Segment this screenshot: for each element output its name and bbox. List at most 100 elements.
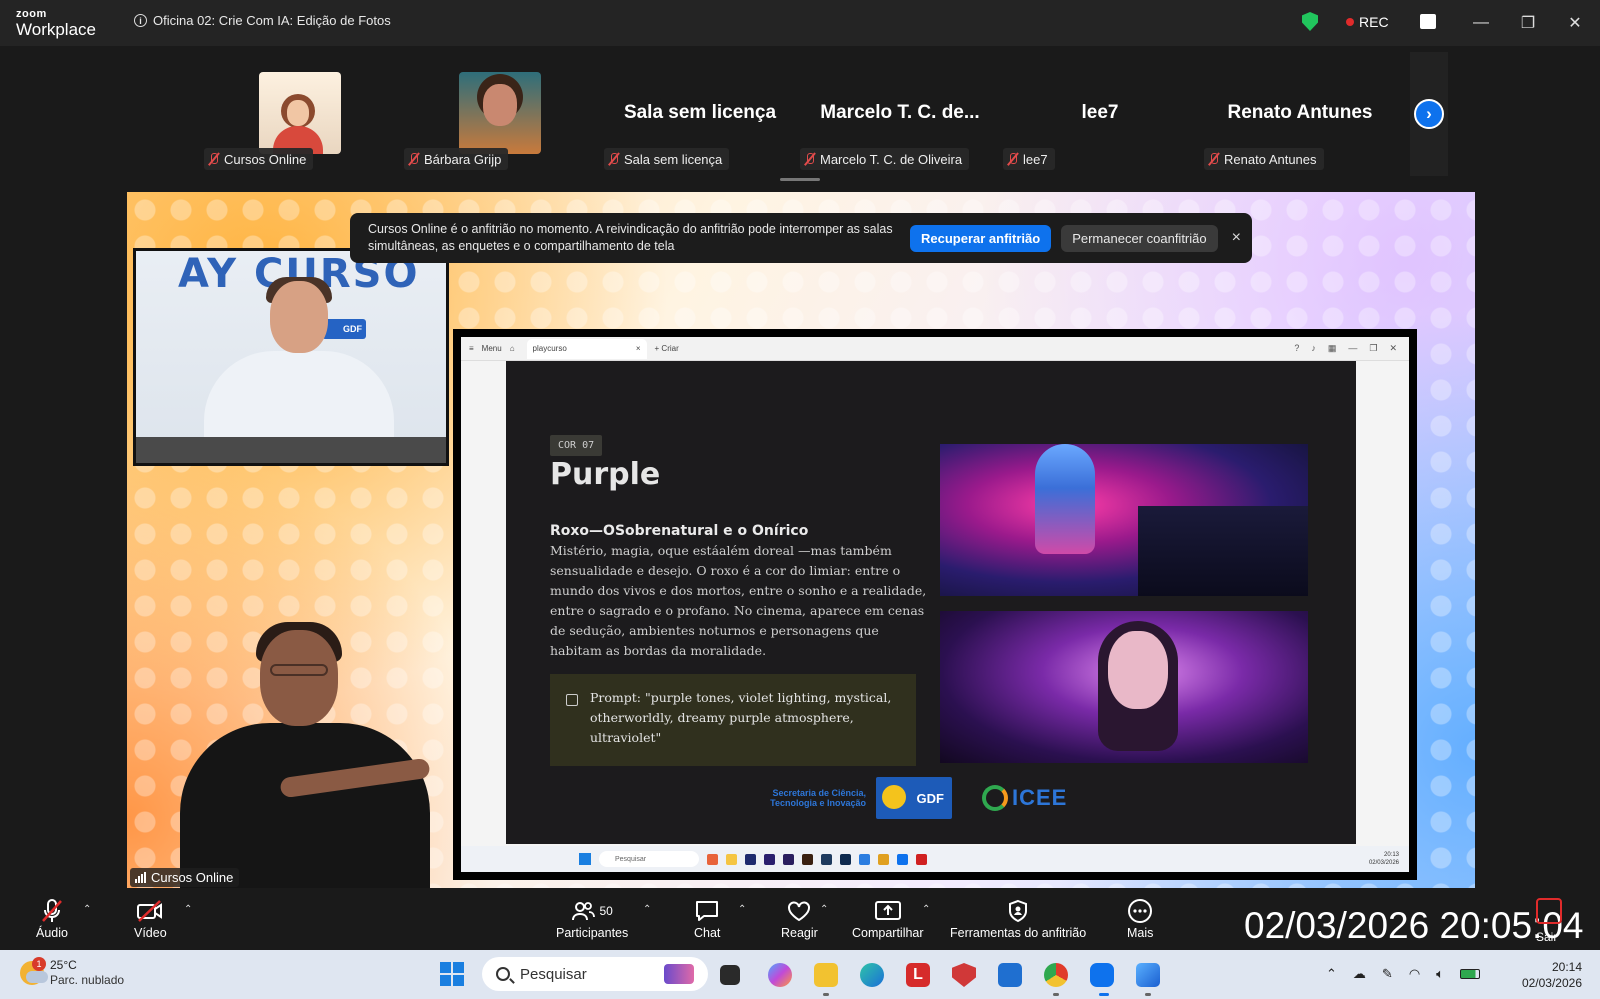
participant-name: Cursos Online (224, 151, 307, 167)
wifi-icon[interactable]: ◠ (1409, 966, 1420, 982)
react-label: Reagir (781, 926, 818, 940)
react-button[interactable]: Reagir (781, 898, 818, 940)
minimize-button[interactable]: — (1468, 10, 1494, 36)
heart-icon (786, 898, 812, 924)
app-icon[interactable] (707, 853, 718, 865)
new-tab-button[interactable]: + Criar (655, 344, 679, 353)
close-icon[interactable]: ✕ (1389, 343, 1397, 354)
pr-icon[interactable] (783, 853, 794, 865)
color-badge: COR 07 (550, 435, 603, 456)
battery-icon[interactable] (1459, 969, 1480, 979)
weather-widget[interactable]: 1 25°C Parc. nublado (20, 957, 125, 988)
tab-close-icon[interactable]: × (636, 344, 641, 353)
windows-start-icon[interactable] (579, 853, 591, 865)
folder-icon[interactable] (726, 853, 737, 865)
chevron-up-icon[interactable]: ⌃ (184, 904, 192, 915)
chevron-up-icon[interactable]: ⌃ (643, 904, 651, 915)
participant-display-name: Marcelo T. C. de... (820, 102, 980, 123)
file-explorer-icon[interactable] (814, 963, 838, 987)
me-icon[interactable] (764, 853, 775, 865)
shared-taskbar: Pesquisar 20:13 02/03/2026 (461, 846, 1409, 872)
copilot-icon[interactable] (768, 963, 792, 987)
chevron-right-icon[interactable]: › (1414, 99, 1444, 129)
audio-button[interactable]: Áudio (36, 898, 68, 940)
reclaim-host-button[interactable]: Recuperar anfitrião (910, 224, 1052, 252)
volume-icon[interactable]: 🔈︎ (1436, 966, 1444, 982)
minimize-icon[interactable]: — (1348, 343, 1357, 354)
app-l-icon[interactable]: L (906, 963, 930, 987)
title-bar: zoom Workplace i Oficina 02: Crie Com IA… (0, 0, 1600, 46)
encryption-shield-icon[interactable] (1302, 12, 1318, 31)
video-label: Vídeo (134, 926, 167, 940)
weather-condition: Parc. nublado (50, 973, 125, 987)
pen-icon[interactable]: ✎ (1382, 966, 1393, 982)
edge-icon[interactable] (859, 853, 870, 865)
system-clock[interactable]: 20:14 02/03/2026 (1508, 959, 1582, 991)
network-app-icon[interactable]: ☁ (1353, 966, 1366, 982)
pdf-icon[interactable] (916, 853, 927, 865)
browser-tab-bar: ≡ Menu ⌂ playcurso × + Criar ? ♪ ▦ — ❐ ✕ (461, 337, 1409, 361)
close-icon[interactable]: × (1232, 229, 1241, 247)
share-button[interactable]: Compartilhar (852, 898, 924, 940)
stay-cohost-button[interactable]: Permanecer coanfitrião (1061, 224, 1218, 252)
task-view-icon[interactable] (720, 965, 740, 985)
chrome-icon[interactable] (1044, 963, 1068, 987)
chevron-up-icon[interactable]: ⌃ (738, 904, 746, 915)
maximize-icon[interactable]: ❐ (1369, 343, 1377, 354)
meeting-title: Oficina 02: Crie Com IA: Edição de Fotos (153, 13, 391, 28)
prompt-text: Prompt: "purple tones, violet lighting, … (590, 690, 892, 745)
ae-icon[interactable] (745, 853, 756, 865)
avatar (259, 72, 341, 154)
home-icon[interactable]: ⌂ (510, 344, 515, 353)
host-tools-button[interactable]: Ferramentas do anfitrião (950, 898, 1086, 940)
slide-body: Mistério, magia, oque estáalém doreal —m… (550, 543, 927, 658)
chevron-up-icon[interactable]: ⌃ (922, 904, 930, 915)
zoom-icon[interactable] (897, 853, 908, 865)
participant-name: lee7 (1023, 151, 1048, 167)
browser-menu-label[interactable]: Menu (482, 344, 502, 353)
leave-button[interactable]: Sair (1536, 898, 1562, 944)
lr-icon[interactable] (821, 853, 832, 865)
participants-label: Participantes (556, 926, 629, 940)
chevron-up-icon[interactable]: ⌃ (83, 904, 91, 915)
city-scene (1138, 506, 1308, 596)
more-button[interactable]: Mais (1127, 898, 1153, 940)
sponsor-logos: Secretaria de Ciência, Tecnologia e Inov… (766, 777, 1067, 819)
shared-search-box[interactable]: Pesquisar (599, 851, 699, 867)
ps-icon[interactable] (840, 853, 851, 865)
chevron-up-icon[interactable]: ⌃ (1326, 966, 1337, 982)
chevron-up-icon[interactable]: ⌃ (820, 904, 828, 915)
outlook-icon[interactable] (998, 963, 1022, 987)
close-window-button[interactable]: ✕ (1562, 10, 1588, 36)
security-app-icon[interactable] (952, 963, 976, 987)
taskbar-search[interactable]: Pesquisar (482, 957, 708, 991)
recording-indicator[interactable]: REC (1346, 14, 1389, 30)
restore-button[interactable]: ❐ (1515, 10, 1541, 36)
bell-icon[interactable]: ♪ (1311, 343, 1316, 354)
browser-tab[interactable]: playcurso × (526, 338, 647, 359)
notification-badge: 1 (32, 957, 46, 971)
participants-button[interactable]: 50 Participantes (556, 898, 628, 940)
rec-dot-icon (1346, 18, 1354, 26)
view-icon[interactable] (1420, 14, 1436, 29)
participant-name: Sala sem licença (624, 151, 723, 167)
gallery-next-button[interactable]: › (1410, 52, 1448, 176)
info-icon[interactable]: i (134, 14, 147, 27)
signal-icon (135, 872, 146, 883)
edge-icon[interactable] (860, 963, 884, 987)
meeting-info[interactable]: i Oficina 02: Crie Com IA: Edição de Fot… (134, 13, 391, 28)
ai-icon[interactable] (802, 853, 813, 865)
grid-icon[interactable]: ▦ (1328, 343, 1337, 354)
running-indicator (1145, 993, 1151, 996)
menu-icon[interactable]: ≡ (469, 344, 474, 353)
help-icon[interactable]: ? (1294, 343, 1299, 354)
photos-icon[interactable] (1136, 963, 1160, 987)
chrome-icon[interactable] (878, 853, 889, 865)
windows-start-icon[interactable] (440, 962, 464, 986)
chat-button[interactable]: Chat (694, 898, 720, 940)
participant-name: Renato Antunes (1224, 151, 1317, 167)
video-button[interactable]: Vídeo (134, 898, 167, 940)
participant-name-tag: Marcelo T. C. de Oliveira (800, 148, 970, 170)
zoom-app-icon[interactable] (1090, 963, 1114, 987)
gallery-scroll-indicator[interactable] (780, 178, 820, 181)
